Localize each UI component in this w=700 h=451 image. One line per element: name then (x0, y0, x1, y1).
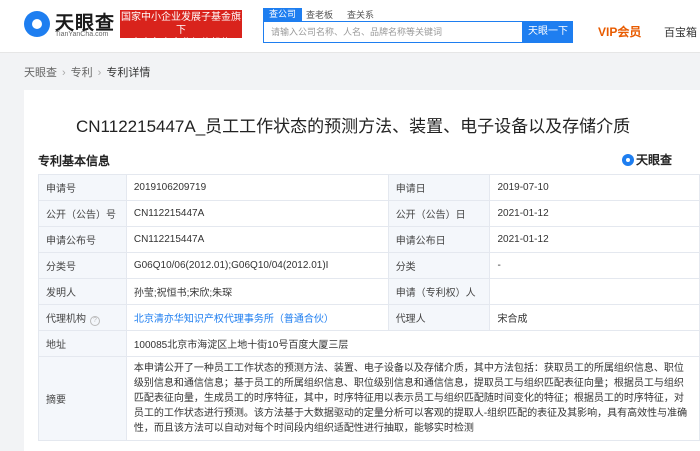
breadcrumb-current: 专利详情 (106, 67, 151, 79)
breadcrumb-separator: › (97, 67, 102, 79)
classification-value: - (489, 252, 700, 279)
tab-boss[interactable]: 查老板 (306, 8, 333, 21)
user-name[interactable]: 百宝箱 (664, 24, 697, 40)
classification-number-value: G06Q10/06(2012.01);G06Q10/04(2012.01)I (125, 252, 389, 279)
publication-number-label: 公开（公告）号 (38, 200, 127, 227)
applicant-value (489, 278, 700, 305)
application-date-value: 2019-07-10 (489, 174, 700, 201)
app-publication-date-value: 2021-01-12 (489, 226, 700, 253)
table-row: 摘要 本申请公开了一种员工工作状态的预测方法、装置、电子设备以及存储介质，其中方… (38, 356, 700, 441)
table-row: 代理机构? 北京清亦华知识产权代理事务所（普通合伙） 代理人 宋合成 (38, 304, 700, 331)
patent-info-table: 申请号 2019106209719 申请日 2019-07-10 公开（公告）号… (38, 174, 700, 441)
application-number-value: 2019106209719 (125, 174, 389, 201)
agency-value[interactable]: 北京清亦华知识产权代理事务所（普通合伙） (125, 304, 389, 331)
section-title: 专利基本信息 (38, 154, 111, 168)
publication-date-value: 2021-01-12 (489, 200, 700, 227)
search-button[interactable]: 天眼一下 (523, 21, 573, 43)
application-number-label: 申请号 (38, 174, 127, 201)
patent-card: CN112215447A_员工工作状态的预测方法、装置、电子设备以及存储介质 专… (24, 90, 700, 451)
tianyancha-logo-icon[interactable] (24, 11, 50, 37)
application-date-label: 申请日 (387, 174, 491, 201)
address-value: 100085北京市海淀区上地十街10号百度大厦三层 (125, 330, 700, 357)
applicant-label: 申请（专利权）人 (387, 278, 491, 305)
agent-value: 宋合成 (489, 304, 700, 331)
breadcrumb: 天眼查 › 专利 › 专利详情 (24, 64, 150, 80)
breadcrumb-separator: › (62, 67, 66, 79)
inventor-value: 孙莹;祝恒书;宋欣;朱琛 (125, 278, 389, 305)
vip-member-link[interactable]: VIP会员 (598, 23, 641, 40)
help-icon[interactable]: ? (90, 315, 100, 326)
tab-relation[interactable]: 查关系 (347, 8, 374, 21)
promo-line-2: 官方备案企业征信机构 (131, 38, 231, 49)
promo-banner[interactable]: 国家中小企业发展子基金旗下 官方备案企业征信机构 (120, 10, 242, 49)
abstract-label: 摘要 (38, 356, 127, 441)
page-title: CN112215447A_员工工作状态的预测方法、装置、电子设备以及存储介质 (76, 117, 631, 136)
address-label: 地址 (38, 330, 127, 357)
table-row: 分类号 G06Q10/06(2012.01);G06Q10/04(2012.01… (38, 252, 700, 279)
publication-number-value: CN112215447A (125, 200, 389, 227)
abstract-value: 本申请公开了一种员工工作状态的预测方法、装置、电子设备以及存储介质，其中方法包括… (125, 356, 700, 441)
table-row: 申请公布号 CN112215447A 申请公布日 2021-01-12 (38, 226, 700, 253)
promo-line-1: 国家中小企业发展子基金旗下 (121, 12, 241, 36)
app-publication-date-label: 申请公布日 (387, 226, 491, 253)
agency-label: 代理机构 (46, 313, 86, 325)
table-row: 申请号 2019106209719 申请日 2019-07-10 (38, 174, 700, 201)
table-row: 地址 100085北京市海淀区上地十街10号百度大厦三层 (38, 330, 700, 357)
watermark-text: 天眼查 (636, 153, 673, 167)
table-row: 发明人 孙莹;祝恒书;宋欣;朱琛 申请（专利权）人 (38, 278, 700, 305)
agency-label-cell: 代理机构? (38, 304, 127, 331)
tianyancha-logo-icon (622, 154, 634, 166)
app-publication-number-value: CN112215447A (125, 226, 389, 253)
logo-subtitle: TianYanCha.com (55, 31, 109, 38)
publication-date-label: 公开（公告）日 (387, 200, 491, 227)
top-header: 天眼查 TianYanCha.com 国家中小企业发展子基金旗下 官方备案企业征… (0, 0, 700, 53)
search-input[interactable]: 请输入公司名称、人名、品牌名称等关键词 (263, 21, 523, 43)
classification-label: 分类 (387, 252, 491, 279)
app-publication-number-label: 申请公布号 (38, 226, 127, 253)
watermark: 天眼查 (622, 151, 672, 168)
agent-label: 代理人 (387, 304, 491, 331)
inventor-label: 发明人 (38, 278, 127, 305)
classification-number-label: 分类号 (38, 252, 127, 279)
breadcrumb-home[interactable]: 天眼查 (24, 67, 57, 79)
tab-company[interactable]: 查公司 (263, 8, 303, 21)
breadcrumb-patent[interactable]: 专利 (71, 67, 93, 79)
table-row: 公开（公告）号 CN112215447A 公开（公告）日 2021-01-12 (38, 200, 700, 227)
